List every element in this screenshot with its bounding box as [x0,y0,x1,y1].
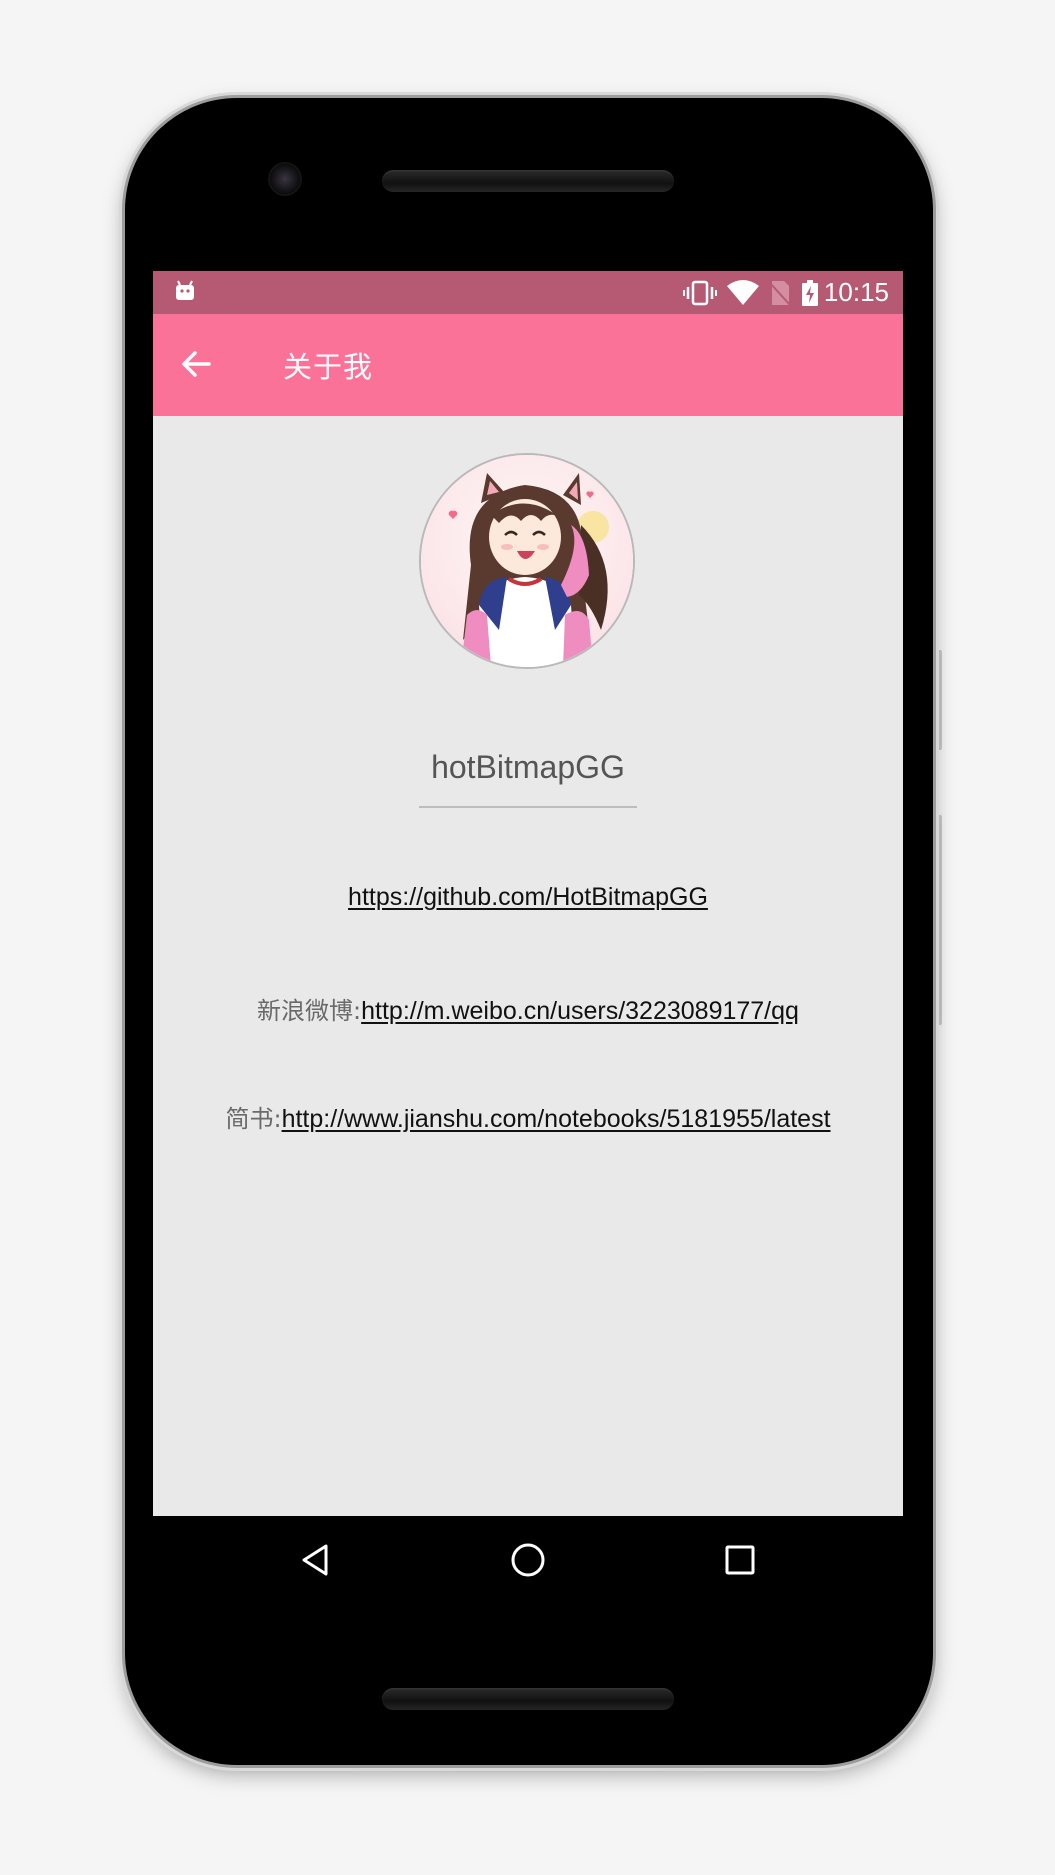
no-sim-icon [769,281,791,306]
username-divider [419,806,637,808]
github-link-row: https://github.com/HotBitmapGG [153,883,903,912]
power-button [936,815,942,1025]
app-screen: 10:15 关于我 hotBitmapGG https://github.com… [153,271,903,1516]
recents-square-icon[interactable] [716,1536,764,1584]
github-link[interactable]: https://github.com/HotBitmapGG [348,883,708,911]
vibrate-icon [683,280,717,306]
weibo-link-row: 新浪微博:http://m.weibo.cn/users/3223089177/… [153,991,903,1026]
status-time: 10:15 [823,277,889,307]
weibo-link[interactable]: http://m.weibo.cn/users/3223089177/qq [361,997,799,1025]
status-icons [683,280,819,306]
android-debug-icon [176,280,194,300]
anime-girl-avatar-icon [421,455,633,667]
app-bar: 关于我 [153,314,903,416]
home-circle-icon[interactable] [504,1536,552,1584]
front-camera-icon [270,164,300,194]
battery-charging-icon [802,280,818,306]
bottom-speaker [382,1688,674,1710]
username: hotBitmapGG [431,749,625,785]
status-bar: 10:15 [153,271,903,314]
back-triangle-icon[interactable] [292,1536,340,1584]
arrow-back-icon[interactable] [173,340,221,388]
weibo-prefix: 新浪微博: [257,997,362,1025]
jianshu-prefix: 简书: [225,1105,282,1133]
wifi-icon [727,280,759,305]
top-speaker [382,170,674,192]
system-nav-bar [153,1516,903,1606]
volume-button [936,650,942,750]
page-title: 关于我 [283,350,374,384]
avatar[interactable] [419,453,635,669]
jianshu-link[interactable]: http://www.jianshu.com/notebooks/5181955… [282,1105,831,1133]
jianshu-link-row: 简书:http://www.jianshu.com/notebooks/5181… [153,1099,903,1134]
